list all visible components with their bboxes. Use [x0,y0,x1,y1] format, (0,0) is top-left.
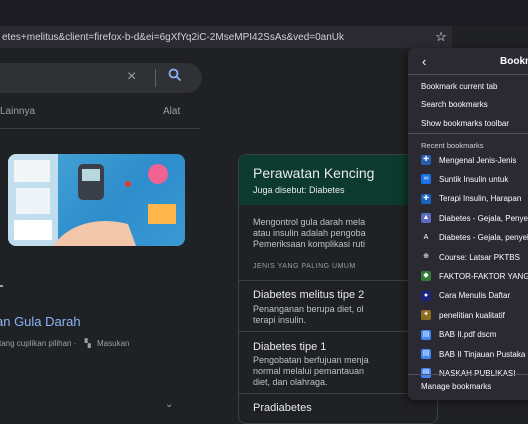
bookmarks-menu-title: Bookmarks [500,56,528,67]
search-bookmarks-item[interactable]: Search bookmarks [421,100,488,109]
snippet-about-text: tang cuplikan pilihan · [0,339,77,348]
manage-bookmarks-item[interactable]: Manage bookmarks [421,382,491,391]
a-icon: A [421,232,431,243]
knowledge-panel-subtitle: Juga disebut: Diabetes [253,185,345,195]
clear-search-icon[interactable]: × [127,68,136,86]
bookmark-label: penelitian kualitatif [439,310,505,320]
menu-divider [408,374,528,375]
tabs-divider [0,128,200,129]
knowledge-panel-title: Perawatan Kencing [253,165,375,181]
section-title[interactable]: Diabetes tipe 1 [253,341,326,353]
section-body: Penanganan berupa diet, ol terapi insuli… [253,304,364,326]
tab-more[interactable]: Lainnya [0,106,35,117]
bookmark-label: BAB II Tinjauan Pustaka [439,349,526,359]
section-body-line: Pengobatan berfujuan menja [253,355,369,365]
snippet-divider [0,285,3,287]
bookmark-label: Terapi Insulin, Harapan [439,194,522,204]
document-icon: ▤ [421,349,431,359]
bookmark-item[interactable]: ▤ BAB II Tinjauan Pustaka [421,347,525,361]
section-title[interactable]: Pradiabetes [253,402,312,414]
back-arrow-icon[interactable]: ‹ [422,54,426,69]
bookmark-item[interactable]: ▤ BAB II.pdf dscm [421,328,496,342]
url-text[interactable]: etes+melitus&client=firefox-b-d&ei=6gXfY… [0,32,430,43]
tab-tools[interactable]: Alat [163,106,180,117]
section-caption: JENIS YANG PALING UMUM [253,263,356,270]
alodokter-icon: ▲ [421,213,431,224]
section-body-line: normal melalui pemantauan [253,366,365,376]
bookmark-item[interactable]: ∞ Suntik Insulin untuk [421,172,508,186]
snippet-meta: tang cuplikan pilihan · ▚ Masukan [0,339,129,348]
section-body: Pengobatan berfujuan menja normal melalu… [253,355,369,388]
globe-icon: ⊕ [421,252,431,262]
snippet-title-link[interactable]: an Gula Darah [0,314,81,329]
feedback-link[interactable]: Masukan [97,339,129,348]
feedback-icon[interactable]: ▚ [85,339,91,348]
bookmark-label: Mengenal Jenis-Jenis [439,155,517,165]
dna-icon: ∞ [421,174,431,185]
section-title[interactable]: Diabetes melitus tipe 2 [253,289,364,301]
address-bar[interactable]: etes+melitus&client=firefox-b-d&ei=6gXfY… [0,26,452,48]
bookmark-item[interactable]: ✦ penelitian kualitatif [421,308,505,322]
bookmark-item[interactable]: ✚ Mengenal Jenis-Jenis [421,153,516,167]
glucose-meter-image[interactable] [8,154,185,246]
bookmark-current-tab-item[interactable]: Bookmark current tab [421,82,497,91]
blue-square-icon: ✚ [421,193,431,204]
chevron-down-icon[interactable]: ⌄ [165,399,173,410]
bookmark-label: Diabetes - Gejala, Penyebab [439,213,528,223]
document-icon: ▤ [421,329,431,340]
bookmark-item[interactable]: ◆ FAKTOR-FAKTOR YANG [421,269,528,283]
bookmark-item[interactable]: ⊕ Course: Latsar PKTBS [421,250,520,264]
leaf-icon: ◆ [421,271,431,282]
section-body-line: Penanganan berupa diet, ol [253,304,364,314]
search-icon[interactable] [168,68,182,87]
bookmark-label: Course: Latsar PKTBS [439,252,520,262]
bookmark-item[interactable]: ▲ Diabetes - Gejala, Penyebab [421,211,528,225]
bookmark-item[interactable]: ● Cara Menulis Daftar [421,289,510,303]
bookmark-label: Suntik Insulin untuk [439,174,509,184]
recent-bookmarks-label: Recent bookmarks [421,141,484,150]
section-body-line: terapi insulin. [253,315,307,325]
bookmark-label: Diabetes - Gejala, penyebab [439,233,528,243]
bookmark-item[interactable]: ✚ Terapi Insulin, Harapan [421,192,521,206]
doctor-icon: ✚ [421,155,431,165]
menu-divider [408,74,528,75]
bookmarks-menu: ‹ Bookmarks Bookmark current tab Search … [408,48,528,400]
crest-icon: ✦ [421,310,431,321]
browser-titlebar [0,0,528,26]
bookmark-item[interactable]: A Diabetes - Gejala, penyebab [421,231,528,245]
star-icon[interactable]: ☆ [430,29,452,45]
bookmark-label: Cara Menulis Daftar [439,291,511,301]
dark-circle-icon: ● [421,290,431,301]
bookmark-label: FAKTOR-FAKTOR YANG [439,271,528,281]
bookmark-label: BAB II.pdf dscm [439,330,497,340]
show-bookmarks-toolbar-item[interactable]: Show bookmarks toolbar [421,119,509,128]
menu-divider [408,133,528,134]
section-body-line: diet, dan olahraga. [253,377,328,387]
search-divider [155,69,156,87]
